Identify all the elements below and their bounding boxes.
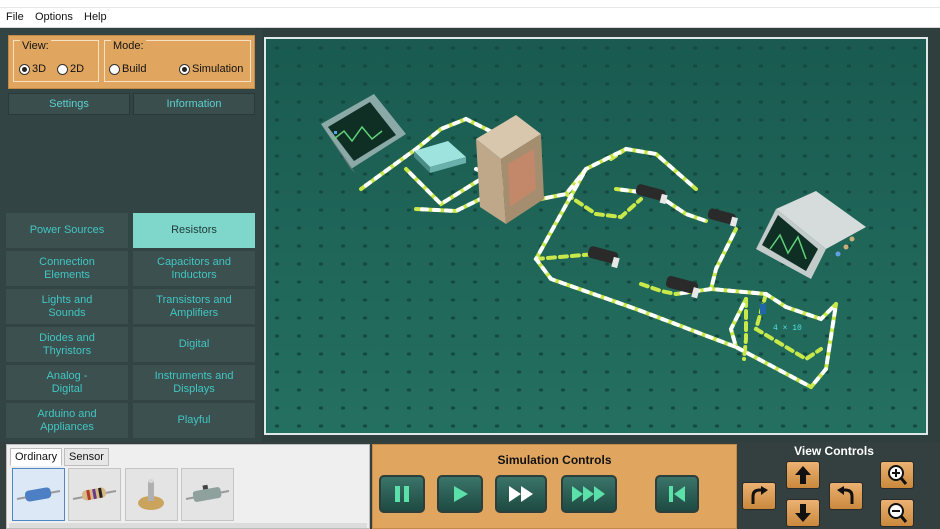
zoom-in-button[interactable]	[880, 461, 914, 489]
category-power-sources[interactable]: Power Sources	[6, 213, 128, 248]
menu-file[interactable]: File	[6, 11, 24, 23]
move-up-button[interactable]	[786, 461, 820, 489]
category-diodes-thyristors[interactable]: Diodes and Thyristors	[6, 327, 128, 362]
category-resistors[interactable]: Resistors	[133, 213, 255, 248]
view-group-title: View:	[20, 40, 51, 52]
rotate-right-button[interactable]	[829, 482, 863, 510]
fast-forward-icon	[509, 486, 533, 502]
rotate-left-button[interactable]	[742, 482, 776, 510]
category-digital[interactable]: Digital	[133, 327, 255, 362]
menu-help[interactable]: Help	[84, 11, 107, 23]
category-transistors-amplifiers[interactable]: Transistors and Amplifiers	[133, 289, 255, 324]
category-lights-sounds[interactable]: Lights and Sounds	[6, 289, 128, 324]
mode-group-title: Mode:	[111, 40, 146, 52]
part-rheostat[interactable]	[181, 468, 234, 521]
radio-dot-selected[interactable]	[179, 63, 190, 75]
view-mode-box: View: 3D 2D Mode: Build Simulation	[8, 35, 255, 89]
view-3d-radio[interactable]: 3D	[19, 63, 46, 75]
potentiometer-icon	[138, 479, 164, 510]
part-resistor-blue[interactable]	[12, 468, 65, 521]
pause-icon	[395, 486, 409, 502]
left-panel: View: 3D 2D Mode: Build Simulation Setti…	[0, 29, 262, 442]
settings-button[interactable]: Settings	[8, 93, 130, 115]
mode-group: Mode: Build Simulation	[104, 40, 251, 82]
faster-forward-icon	[572, 486, 605, 502]
faster-forward-button[interactable]	[561, 475, 617, 513]
tab-sensor[interactable]: Sensor	[64, 448, 109, 466]
radio-dot-selected[interactable]	[19, 63, 30, 75]
parts-bin: Ordinary Sensor	[6, 444, 370, 529]
view-controls-title: View Controls	[794, 444, 874, 458]
mode-simulation-radio[interactable]: Simulation	[179, 63, 243, 75]
probe-label: 4 × 10	[773, 324, 802, 333]
app-window: File Options Help View: 3D 2D Mode: Buil…	[0, 0, 940, 529]
part-resistor-banded[interactable]	[68, 468, 121, 521]
mode-simulation-label: Simulation	[192, 63, 244, 75]
menu-bar: File Options Help	[0, 8, 940, 28]
category-capacitors-inductors[interactable]: Capacitors and Inductors	[133, 251, 255, 286]
tab-ordinary[interactable]: Ordinary	[10, 448, 63, 466]
rewind-icon	[669, 486, 685, 502]
category-playful[interactable]: Playful	[133, 403, 255, 438]
parts-scrollbar[interactable]	[9, 523, 367, 528]
radio-dot[interactable]	[57, 63, 68, 75]
radio-dot[interactable]	[109, 63, 120, 75]
circuit-3d-viewport[interactable]: 4 × 10	[264, 37, 928, 435]
resistor-banded-icon	[72, 487, 117, 501]
rewind-button[interactable]	[655, 475, 699, 513]
simulation-controls-title: Simulation Controls	[497, 453, 612, 467]
move-down-button[interactable]	[786, 499, 820, 527]
simulation-controls: Simulation Controls	[372, 444, 737, 529]
view-3d-label: 3D	[32, 63, 47, 75]
category-arduino-appliances[interactable]: Arduino and Appliances	[6, 403, 128, 438]
part-potentiometer[interactable]	[125, 468, 178, 521]
menu-options[interactable]: Options	[35, 11, 73, 23]
move-down-icon	[795, 504, 811, 522]
mode-build-label: Build	[122, 63, 147, 75]
view-2d-radio[interactable]: 2D	[57, 63, 84, 75]
bottom-bar: Ordinary Sensor Simulation Controls View…	[0, 442, 940, 529]
view-controls: View Controls	[739, 444, 940, 529]
information-button[interactable]: Information	[133, 93, 255, 115]
circuit-scene[interactable]: 4 × 10	[266, 39, 926, 433]
category-instruments-displays[interactable]: Instruments and Displays	[133, 365, 255, 400]
zoom-in-icon	[888, 465, 908, 485]
resistor-blue-icon	[16, 487, 61, 502]
title-bar	[0, 0, 940, 8]
rotate-right-icon	[837, 486, 854, 504]
mode-build-radio[interactable]: Build	[109, 63, 146, 75]
play-icon	[454, 486, 468, 502]
zoom-out-icon	[888, 503, 908, 523]
view-group: View: 3D 2D	[13, 40, 99, 82]
pause-button[interactable]	[379, 475, 425, 513]
category-connection-elements[interactable]: Connection Elements	[6, 251, 128, 286]
play-button[interactable]	[437, 475, 483, 513]
view-2d-label: 2D	[70, 63, 85, 75]
fast-forward-button[interactable]	[495, 475, 547, 513]
zoom-out-button[interactable]	[880, 499, 914, 527]
info-area	[8, 119, 255, 209]
move-up-icon	[795, 466, 811, 484]
rotate-left-icon	[751, 486, 768, 504]
category-analog-digital[interactable]: Analog - Digital	[6, 365, 128, 400]
rheostat-icon	[185, 484, 230, 502]
